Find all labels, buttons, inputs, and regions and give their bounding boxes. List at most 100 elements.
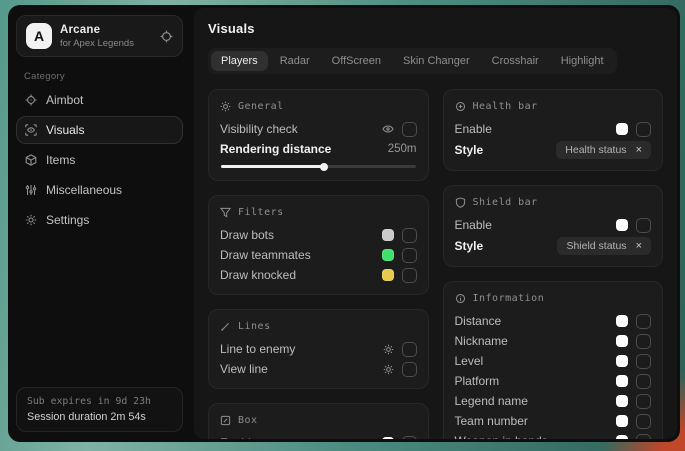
panel-shield-header: Shield bar bbox=[455, 194, 652, 211]
remove-tag-icon[interactable]: × bbox=[636, 241, 642, 252]
color-swatch[interactable] bbox=[616, 123, 628, 135]
sidebar-item-settings[interactable]: Settings bbox=[16, 206, 183, 234]
info-team-number-checkbox[interactable] bbox=[636, 414, 651, 429]
tab-offscreen[interactable]: OffScreen bbox=[322, 51, 391, 71]
row-label: Platform bbox=[455, 374, 500, 388]
row-label: Level bbox=[455, 354, 484, 368]
shield-enable-checkbox[interactable] bbox=[636, 218, 651, 233]
color-swatch[interactable] bbox=[616, 315, 628, 327]
info-distance-checkbox[interactable] bbox=[636, 314, 651, 329]
box-enable-checkbox[interactable] bbox=[402, 436, 417, 440]
panel-shield-bar: Shield bar Enable Style Shield status bbox=[443, 185, 664, 267]
info-legend-name-checkbox[interactable] bbox=[636, 394, 651, 409]
line-to-enemy-row: Line to enemy bbox=[220, 339, 417, 359]
row-label: Draw teammates bbox=[220, 248, 311, 262]
health-style-row: Style Health status × bbox=[455, 139, 652, 161]
health-style-tag[interactable]: Health status × bbox=[556, 141, 651, 159]
subscription-card: Sub expires in 9d 23h Session duration 2… bbox=[16, 387, 183, 432]
gear-icon[interactable] bbox=[383, 364, 394, 375]
view-line-row: View line bbox=[220, 359, 417, 379]
rendering-distance-slider[interactable] bbox=[221, 165, 416, 168]
info-weapon-row: Weapon in hands bbox=[455, 431, 652, 439]
remove-tag-icon[interactable]: × bbox=[636, 145, 642, 156]
line-icon bbox=[220, 321, 231, 332]
color-swatch[interactable] bbox=[616, 375, 628, 387]
tag-label: Health status bbox=[565, 144, 626, 156]
row-label: Enable bbox=[455, 218, 492, 232]
draw-knocked-checkbox[interactable] bbox=[402, 268, 417, 283]
info-nickname-checkbox[interactable] bbox=[636, 334, 651, 349]
row-label: Weapon in hands bbox=[455, 434, 548, 439]
slider-thumb[interactable] bbox=[320, 163, 328, 171]
shield-style-row: Style Shield status × bbox=[455, 235, 652, 257]
funnel-icon bbox=[220, 207, 231, 218]
sidebar-item-label: Miscellaneous bbox=[46, 183, 122, 197]
color-swatch[interactable] bbox=[616, 335, 628, 347]
color-swatch[interactable] bbox=[616, 355, 628, 367]
color-swatch[interactable] bbox=[616, 219, 628, 231]
color-swatch[interactable] bbox=[382, 229, 394, 241]
row-label: Style bbox=[455, 143, 484, 157]
row-label: Draw bots bbox=[220, 228, 274, 242]
crosshair-icon bbox=[25, 94, 37, 106]
draw-teammates-checkbox[interactable] bbox=[402, 248, 417, 263]
box-icon bbox=[220, 415, 231, 426]
color-swatch[interactable] bbox=[616, 395, 628, 407]
tab-crosshair[interactable]: Crosshair bbox=[482, 51, 549, 71]
draw-knocked-row: Draw knocked bbox=[220, 265, 417, 285]
draw-bots-checkbox[interactable] bbox=[402, 228, 417, 243]
row-label: Nickname bbox=[455, 334, 508, 348]
gear-icon[interactable] bbox=[383, 344, 394, 355]
panel-filters: Filters Draw bots Draw teammates bbox=[208, 195, 429, 295]
info-weapon-checkbox[interactable] bbox=[636, 434, 651, 440]
sidebar-item-items[interactable]: Items bbox=[16, 146, 183, 174]
panel-title: Shield bar bbox=[473, 197, 538, 208]
sidebar-item-aimbot[interactable]: Aimbot bbox=[16, 86, 183, 114]
box-enable-row: Enable bbox=[220, 433, 417, 439]
tab-players[interactable]: Players bbox=[211, 51, 268, 71]
sidebar-item-miscellaneous[interactable]: Miscellaneous bbox=[16, 176, 183, 204]
row-label: Legend name bbox=[455, 394, 528, 408]
visuals-tabbar: Players Radar OffScreen Skin Changer Cro… bbox=[208, 48, 617, 74]
panel-title: Lines bbox=[238, 321, 271, 332]
sidebar-item-visuals[interactable]: Visuals bbox=[16, 116, 183, 144]
shield-style-tag[interactable]: Shield status × bbox=[557, 237, 651, 255]
page-title: Visuals bbox=[208, 21, 663, 36]
visibility-check-row: Visibility check bbox=[220, 119, 417, 139]
info-platform-checkbox[interactable] bbox=[636, 374, 651, 389]
visibility-check-checkbox[interactable] bbox=[402, 122, 417, 137]
tab-skin-changer[interactable]: Skin Changer bbox=[393, 51, 480, 71]
info-team-number-row: Team number bbox=[455, 411, 652, 431]
line-to-enemy-checkbox[interactable] bbox=[402, 342, 417, 357]
panel-box: Box Enable Enable background bbox=[208, 403, 429, 439]
row-label: Line to enemy bbox=[220, 342, 295, 356]
health-icon bbox=[455, 101, 466, 112]
view-line-checkbox[interactable] bbox=[402, 362, 417, 377]
info-level-checkbox[interactable] bbox=[636, 354, 651, 369]
gear-icon bbox=[25, 214, 37, 226]
app-target-icon[interactable] bbox=[160, 30, 173, 43]
tab-highlight[interactable]: Highlight bbox=[551, 51, 614, 71]
sliders-icon bbox=[25, 184, 37, 196]
color-swatch[interactable] bbox=[616, 415, 628, 427]
color-swatch[interactable] bbox=[382, 437, 394, 439]
health-enable-row: Enable bbox=[455, 119, 652, 139]
color-swatch[interactable] bbox=[616, 435, 628, 439]
info-distance-row: Distance bbox=[455, 311, 652, 331]
panel-title: Health bar bbox=[473, 101, 538, 112]
health-enable-checkbox[interactable] bbox=[636, 122, 651, 137]
eye-icon[interactable] bbox=[382, 123, 394, 135]
row-label: Enable bbox=[455, 122, 492, 136]
shield-enable-row: Enable bbox=[455, 215, 652, 235]
category-label: Category bbox=[24, 71, 183, 82]
color-swatch[interactable] bbox=[382, 249, 394, 261]
panel-title: General bbox=[238, 101, 284, 112]
color-swatch[interactable] bbox=[382, 269, 394, 281]
sidebar-item-label: Aimbot bbox=[46, 93, 83, 107]
app-header: A Arcane for Apex Legends bbox=[16, 15, 183, 57]
row-label: View line bbox=[220, 362, 268, 376]
app-name: Arcane bbox=[60, 24, 152, 36]
tab-radar[interactable]: Radar bbox=[270, 51, 320, 71]
cube-icon bbox=[25, 154, 37, 166]
app-subtitle: for Apex Legends bbox=[60, 38, 152, 49]
